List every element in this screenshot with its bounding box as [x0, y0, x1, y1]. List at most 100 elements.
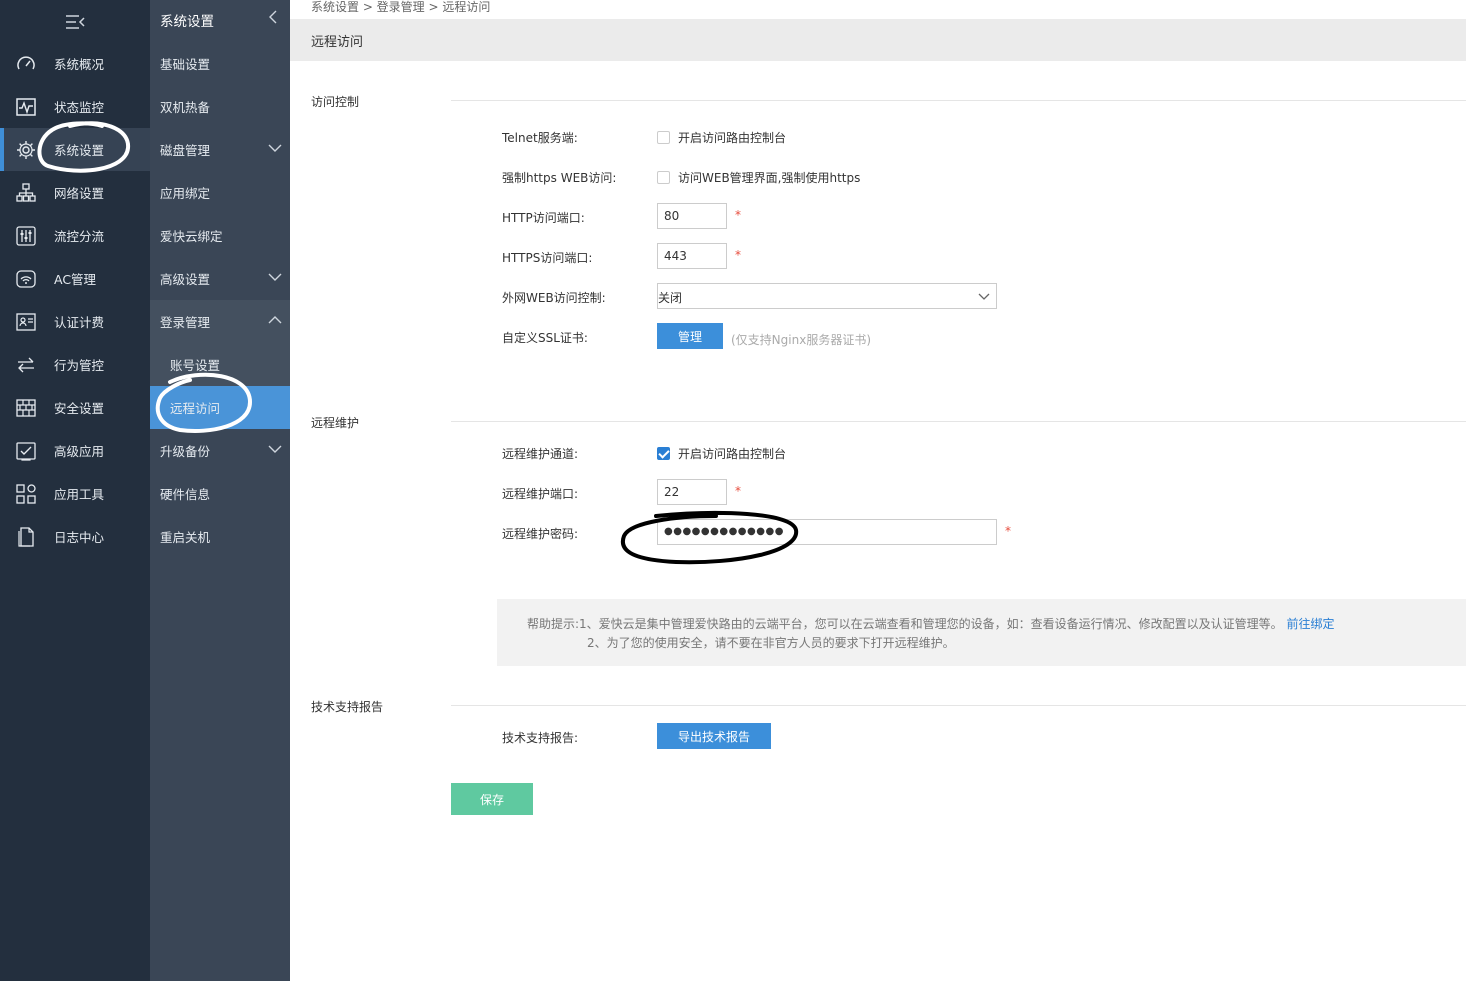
remote-port-label: 远程维护端口: — [502, 487, 579, 501]
arrows-icon — [15, 354, 37, 376]
sidebar-item-log-center[interactable]: 日志中心 — [0, 515, 150, 558]
sidebar-item-label: 系统设置 — [54, 143, 105, 158]
https-force-label: 强制https WEB访问: — [502, 171, 617, 185]
gear-icon — [15, 139, 37, 161]
http-port-label: HTTP访问端口: — [502, 211, 585, 225]
pulse-icon — [15, 96, 37, 118]
http-port-input[interactable]: 80 — [657, 203, 727, 229]
sidebar-item-label: 高级应用 — [54, 444, 105, 459]
remote-channel-checkbox-text: 开启访问路由控制台 — [678, 447, 787, 461]
subnav-item-disk[interactable]: 磁盘管理 — [150, 128, 290, 171]
bind-cloud-link[interactable]: 前往绑定 — [1287, 617, 1335, 631]
menu-collapse-icon[interactable] — [64, 14, 86, 30]
remote-channel-label: 远程维护通道: — [502, 447, 579, 461]
help-box: 帮助提示:1、爱快云是集中管理爱快路由的云端平台，您可以在云端查看和管理您的设备… — [497, 599, 1466, 666]
wan-access-label: 外网WEB访问控制: — [502, 291, 606, 305]
subnav-item-label: 基础设置 — [160, 57, 211, 72]
subnav-title: 系统设置 — [160, 14, 214, 30]
subnav-item-basic[interactable]: 基础设置 — [150, 42, 290, 85]
https-force-checkbox[interactable] — [657, 171, 670, 184]
subnav-item-label: 硬件信息 — [160, 487, 211, 502]
subnav-item-label: 账号设置 — [170, 358, 221, 373]
menu-toggle[interactable] — [0, 0, 150, 43]
sidebar-item-auth-billing[interactable]: 认证计费 — [0, 300, 150, 343]
subnav-item-reboot[interactable]: 重启关机 — [150, 515, 290, 558]
wan-access-select[interactable]: 关闭 — [657, 283, 997, 309]
subnav-item-label: 磁盘管理 — [160, 143, 211, 158]
sidebar-item-label: 流控分流 — [54, 229, 105, 244]
apps-icon — [15, 483, 37, 505]
chevron-down-icon — [268, 273, 282, 281]
subnav-item-advanced[interactable]: 高级设置 — [150, 257, 290, 300]
https-port-input[interactable]: 443 — [657, 243, 727, 269]
subnav-item-label: 远程访问 — [170, 401, 221, 416]
subnav-item-ha[interactable]: 双机热备 — [150, 85, 290, 128]
ssl-manage-button[interactable]: 管理 — [657, 323, 723, 349]
help-line-2: 2、为了您的使用安全，请不要在非官方人员的要求下打开远程维护。 — [587, 636, 955, 650]
help-line-1-text: 帮助提示:1、爱快云是集中管理爱快路由的云端平台，您可以在云端查看和管理您的设备… — [527, 617, 1283, 631]
sidebar-item-label: 安全设置 — [54, 401, 105, 416]
subnav-item-login-management[interactable]: 登录管理 — [150, 300, 290, 343]
subnav-item-account-settings[interactable]: 账号设置 — [150, 343, 290, 386]
sidebar-item-label: 网络设置 — [54, 186, 105, 201]
remote-port-input[interactable]: 22 — [657, 479, 727, 505]
export-report-button[interactable]: 导出技术报告 — [657, 723, 771, 749]
help-line-1: 帮助提示:1、爱快云是集中管理爱快路由的云端平台，您可以在云端查看和管理您的设备… — [527, 615, 1335, 632]
telnet-checkbox[interactable] — [657, 131, 670, 144]
sidebar-item-label: 日志中心 — [54, 530, 105, 545]
tech-report-label: 技术支持报告: — [502, 731, 579, 745]
https-force-checkbox-text: 访问WEB管理界面,强制使用https — [678, 171, 861, 185]
sidebar-item-system-settings[interactable]: 系统设置 — [0, 128, 150, 171]
subnav-item-hardware-info[interactable]: 硬件信息 — [150, 472, 290, 515]
save-button[interactable]: 保存 — [451, 783, 533, 815]
section-divider — [451, 100, 1466, 101]
subnav-item-cloud-binding[interactable]: 爱快云绑定 — [150, 214, 290, 257]
document-icon — [15, 526, 37, 548]
sidebar-item-overview[interactable]: 系统概况 — [0, 42, 150, 85]
chevron-down-icon — [268, 445, 282, 453]
subnav-item-label: 重启关机 — [160, 530, 211, 545]
subnav-item-label: 爱快云绑定 — [160, 229, 223, 244]
check-window-icon — [15, 440, 37, 462]
subnav-item-label: 应用绑定 — [160, 186, 211, 201]
section-divider — [451, 421, 1466, 422]
secondary-sidebar: 系统设置 基础设置 双机热备 磁盘管理 应用绑定 爱快云绑定 高级设置 登录管理… — [150, 0, 290, 981]
remote-password-label: 远程维护密码: — [502, 527, 579, 541]
subnav-item-upgrade-backup[interactable]: 升级备份 — [150, 429, 290, 472]
subnav-item-app-binding[interactable]: 应用绑定 — [150, 171, 290, 214]
section-title-remote-maintenance: 远程维护 — [311, 416, 360, 430]
ssl-hint: (仅支持Nginx服务器证书) — [731, 333, 871, 347]
subnav-item-label: 登录管理 — [160, 315, 211, 330]
remote-channel-checkbox[interactable] — [657, 447, 670, 460]
https-port-label: HTTPS访问端口: — [502, 251, 593, 265]
subnav-item-remote-access[interactable]: 远程访问 — [150, 386, 290, 429]
firewall-icon — [15, 397, 37, 419]
sidebar-item-label: 状态监控 — [54, 100, 105, 115]
subnav-item-label: 高级设置 — [160, 272, 211, 287]
sidebar-item-network[interactable]: 网络设置 — [0, 171, 150, 214]
gauge-icon — [15, 53, 37, 75]
sidebar-item-ac-management[interactable]: AC管理 — [0, 257, 150, 300]
ssl-cert-label: 自定义SSL证书: — [502, 331, 588, 345]
main-content: 系统设置 > 登录管理 > 远程访问 远程访问 访问控制 Telnet服务端: … — [290, 0, 1466, 981]
telnet-label: Telnet服务端: — [502, 131, 578, 145]
sidebar-item-flow-control[interactable]: 流控分流 — [0, 214, 150, 257]
sidebar-item-advanced-apps[interactable]: 高级应用 — [0, 429, 150, 472]
sidebar-item-security[interactable]: 安全设置 — [0, 386, 150, 429]
sliders-icon — [15, 225, 37, 247]
section-title-tech-support: 技术支持报告 — [311, 700, 384, 714]
sidebar-item-label: AC管理 — [54, 272, 97, 287]
required-mark: * — [735, 208, 741, 222]
network-icon — [15, 182, 37, 204]
remote-password-input[interactable]: ●●●●●●●●●●●●● — [657, 519, 997, 545]
sidebar-item-app-tools[interactable]: 应用工具 — [0, 472, 150, 515]
telnet-checkbox-text: 开启访问路由控制台 — [678, 131, 787, 145]
wifi-icon — [15, 268, 37, 290]
id-card-icon — [15, 311, 37, 333]
sidebar-item-label: 认证计费 — [54, 315, 105, 330]
subnav-item-label: 双机热备 — [160, 100, 211, 115]
chevron-down-icon — [268, 144, 282, 152]
sidebar-item-behavior-control[interactable]: 行为管控 — [0, 343, 150, 386]
sidebar-item-monitor[interactable]: 状态监控 — [0, 85, 150, 128]
chevron-left-icon[interactable] — [268, 10, 278, 24]
